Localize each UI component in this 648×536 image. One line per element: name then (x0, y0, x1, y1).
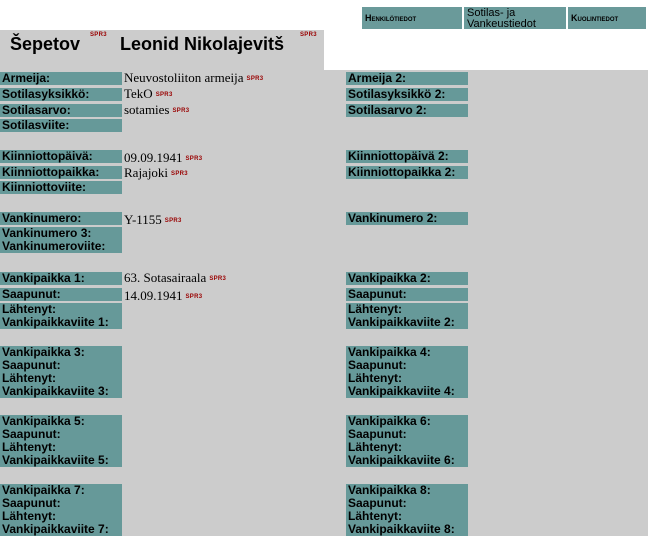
label-lahtenyt-5: Lähtenyt: (0, 441, 122, 454)
tab-personal-info[interactable]: Henkilötiedot (361, 6, 463, 30)
value-vankipaikka-1-text: 63. Sotasairaala (124, 270, 207, 285)
label-lahtenyt-1: Lähtenyt: (0, 303, 122, 316)
value-vankinumero-text: Y-1155 (124, 212, 162, 227)
label-vankinumero-3: Vankinumero 3: (0, 227, 122, 240)
value-sotilasyksikko: TekO SPR3 (124, 87, 173, 102)
source-tag[interactable]: SPR3 (186, 294, 203, 300)
label-sotilasarvo: Sotilasarvo: (0, 104, 122, 117)
value-kiinniottopaikka: Rajajoki SPR3 (124, 166, 188, 181)
label-vankipaikka-2: Vankipaikka 2: (346, 272, 468, 285)
label-saapunut-5: Saapunut: (0, 428, 122, 441)
value-kiinniottopaiva: 09.09.1941 SPR3 (124, 151, 202, 166)
label-kiinniottopaiva-2: Kiinniottopäivä 2: (346, 150, 468, 163)
label-vankipaikka-8: Vankipaikka 8: (346, 484, 468, 497)
value-vankinumero: Y-1155 SPR3 (124, 213, 182, 228)
label-vankipaikkaviite-5: Vankipaikkaviite 5: (0, 454, 122, 467)
value-vankipaikka-1: 63. Sotasairaala SPR3 (124, 271, 226, 286)
source-tag[interactable]: SPR3 (173, 108, 190, 114)
label-vankinumero: Vankinumero: (0, 212, 122, 225)
label-vankipaikkaviite-2: Vankipaikkaviite 2: (346, 316, 468, 329)
label-kiinniottopaikka: Kiinniottopaikka: (0, 166, 122, 179)
label-vankipaikkaviite-6: Vankipaikkaviite 6: (346, 454, 468, 467)
label-lahtenyt-4: Lähtenyt: (346, 372, 468, 385)
value-saapunut-1-text: 14.09.1941 (124, 288, 183, 303)
label-sotilasviite: Sotilasviite: (0, 119, 122, 132)
source-tag[interactable]: SPR3 (247, 76, 264, 82)
value-sotilasarvo-text: sotamies (124, 102, 170, 117)
label-sotilasarvo-2: Sotilasarvo 2: (346, 104, 468, 117)
label-vankipaikkaviite-8: Vankipaikkaviite 8: (346, 523, 468, 536)
label-sotilasyksikko-2: Sotilasyksikkö 2: (346, 88, 468, 101)
label-vankipaikka-5: Vankipaikka 5: (0, 415, 122, 428)
label-vankinumero-2: Vankinumero 2: (346, 212, 468, 225)
label-lahtenyt-3: Lähtenyt: (0, 372, 122, 385)
value-saapunut-1: 14.09.1941 SPR3 (124, 289, 202, 304)
label-saapunut-3: Saapunut: (0, 359, 122, 372)
tab-military-line2: Vankeustiedot (467, 18, 536, 30)
label-kiinniottoviite: Kiinniottoviite: (0, 181, 122, 194)
label-saapunut-4: Saapunut: (346, 359, 468, 372)
label-saapunut-2: Saapunut: (346, 288, 468, 301)
value-sotilasyksikko-text: TekO (124, 86, 153, 101)
source-tag[interactable]: SPR3 (156, 92, 173, 98)
label-vankipaikkaviite-7: Vankipaikkaviite 7: (0, 523, 122, 536)
label-vankipaikkaviite-1: Vankipaikkaviite 1: (0, 316, 122, 329)
label-armeija-2: Armeija 2: (346, 72, 468, 85)
label-saapunut-6: Saapunut: (346, 428, 468, 441)
label-lahtenyt-2: Lähtenyt: (346, 303, 468, 316)
label-vankipaikka-6: Vankipaikka 6: (346, 415, 468, 428)
source-tag[interactable]: SPR3 (171, 171, 188, 177)
surname: Šepetov (10, 34, 81, 54)
firstnames: Leonid Nikolajevitš (120, 34, 285, 54)
label-lahtenyt-8: Lähtenyt: (346, 510, 468, 523)
value-kiinniottopaikka-text: Rajajoki (124, 165, 169, 180)
label-saapunut-8: Saapunut: (346, 497, 468, 510)
value-armeija: Neuvostoliiton armeija SPR3 (124, 71, 263, 86)
label-armeija: Armeija: (0, 72, 122, 85)
label-lahtenyt-7: Lähtenyt: (0, 510, 122, 523)
value-armeija-text: Neuvostoliiton armeija (124, 70, 244, 85)
source-tag[interactable]: SPR3 (165, 218, 182, 224)
source-tag[interactable]: SPR3 (186, 156, 203, 162)
firstnames-source-tag[interactable]: SPR3 (300, 32, 317, 38)
label-vankipaikkaviite-4: Vankipaikkaviite 4: (346, 385, 468, 398)
label-kiinniottopaiva: Kiinniottopäivä: (0, 150, 122, 163)
label-vankipaikkaviite-3: Vankipaikkaviite 3: (0, 385, 122, 398)
label-vankipaikka-3: Vankipaikka 3: (0, 346, 122, 359)
value-kiinniottopaiva-text: 09.09.1941 (124, 150, 183, 165)
label-saapunut-7: Saapunut: (0, 497, 122, 510)
label-vankinumeroviite: Vankinumeroviite: (0, 240, 122, 253)
source-tag[interactable]: SPR3 (209, 276, 226, 282)
label-lahtenyt-6: Lähtenyt: (346, 441, 468, 454)
label-sotilasyksikko: Sotilasyksikkö: (0, 88, 122, 101)
label-vankipaikka-7: Vankipaikka 7: (0, 484, 122, 497)
tab-death-info[interactable]: Kuolintiedot (567, 6, 647, 30)
surname-source-tag[interactable]: SPR3 (90, 32, 107, 38)
label-vankipaikka-4: Vankipaikka 4: (346, 346, 468, 359)
label-kiinniottopaikka-2: Kiinniottopaikka 2: (346, 166, 468, 179)
value-sotilasarvo: sotamies SPR3 (124, 103, 189, 118)
label-vankipaikka-1: Vankipaikka 1: (0, 272, 122, 285)
tab-military-captivity[interactable]: Sotilas- ja Vankeustiedot (463, 6, 567, 30)
label-saapunut-1: Saapunut: (0, 288, 122, 301)
